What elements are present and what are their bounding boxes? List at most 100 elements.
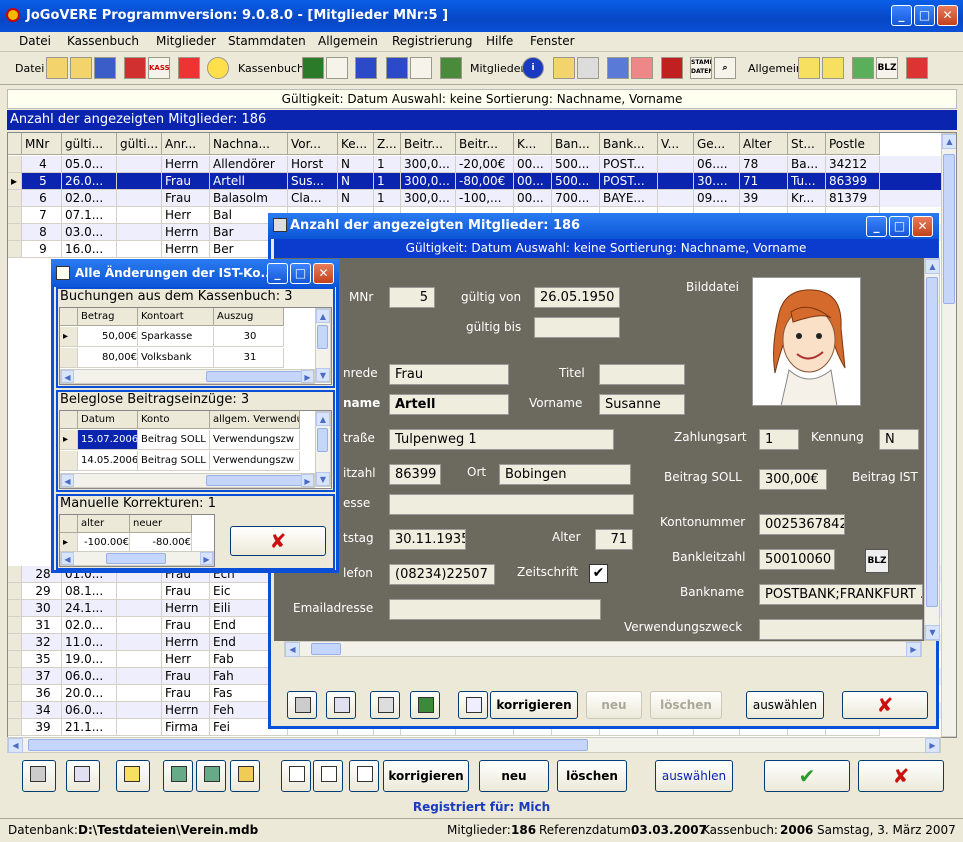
mini-table-cell[interactable]: 30 [214,327,284,347]
field-name[interactable]: Artell [389,394,509,415]
column-header[interactable]: Vor... [288,133,338,155]
table-cell[interactable]: 300,0... [401,190,456,207]
column-header[interactable]: MNr [22,133,62,155]
maximize-button[interactable]: □ [914,5,935,26]
field-anrede[interactable]: Frau [389,364,509,385]
table-cell[interactable]: 31 [22,617,62,634]
table-cell[interactable]: Tu... [788,173,826,190]
table-cell[interactable] [117,600,162,617]
main-calendar-button[interactable] [66,760,100,792]
mini-table-cell[interactable]: 80,00€ [78,348,138,368]
column-header[interactable]: Ke... [338,133,374,155]
detail-calendar-button[interactable] [326,691,356,719]
main-auswaehlen-button[interactable]: auswählen [655,760,733,792]
table-cell[interactable]: 06.0... [62,702,117,719]
table-icon[interactable] [852,57,874,79]
mini-hscroll-thumb[interactable] [206,475,302,486]
table-cell[interactable]: 300,0... [401,173,456,190]
field-email[interactable] [389,599,601,620]
table-cell[interactable]: 500... [552,173,600,190]
table-cell[interactable]: Herr [162,651,210,668]
scroll-right-icon[interactable]: ▶ [925,738,940,753]
table-cell[interactable]: 19.0... [62,651,117,668]
table-cell[interactable]: 30.... [694,173,740,190]
mini-horizontal-scrollbar[interactable]: ◀ ▶ [60,473,315,488]
column-header[interactable]: V... [658,133,694,155]
minimize-button[interactable]: _ [891,5,912,26]
changes-minimize-button[interactable]: _ [267,263,288,284]
table-cell[interactable] [658,173,694,190]
table-cell[interactable]: 29 [22,583,62,600]
table-cell[interactable] [117,617,162,634]
table-cell[interactable] [117,207,162,224]
menu-registrierung[interactable]: Registrierung [392,34,473,48]
member-photo[interactable] [752,277,861,406]
member-list-icon[interactable] [577,57,599,79]
column-header[interactable]: Z... [374,133,401,155]
edit-list-icon[interactable] [326,57,348,79]
table-cell[interactable]: 26.0... [62,173,117,190]
field-alter[interactable]: 71 [595,529,633,550]
scroll-right-icon[interactable]: ▶ [906,642,921,657]
changes-maximize-button[interactable]: □ [290,263,311,284]
field-ort[interactable]: Bobingen [499,464,631,485]
table-cell[interactable]: 00... [514,190,552,207]
scroll-right-icon[interactable]: ▶ [301,370,314,383]
table-cell[interactable]: 39 [22,719,62,736]
field-mnr[interactable]: 5 [389,287,435,308]
column-header[interactable]: St... [788,133,826,155]
scroll-left-icon[interactable]: ◀ [61,370,74,383]
detail-settings-button[interactable] [287,691,317,719]
field-telefon[interactable]: (08234)22507 [389,564,495,585]
field-titel[interactable] [599,364,685,385]
table-cell[interactable]: Herrn [162,634,210,651]
mini-table-cell[interactable]: 15.07.2006 [78,430,138,450]
changes-close-x-button[interactable]: ✘ [230,526,326,556]
field-gueltig-von[interactable]: 26.05.1950 [534,287,620,308]
member-card-icon[interactable] [553,57,575,79]
table-cell[interactable]: POST... [600,156,658,173]
mini-column-header[interactable]: alter [78,515,130,533]
column-header[interactable]: Ban... [552,133,600,155]
mini-table-cell[interactable]: 50,00€ [78,327,138,347]
table-cell[interactable]: 81379 [826,190,880,207]
main-cancel-button[interactable]: ✘ [858,760,944,792]
changes-titlebar[interactable]: Alle Änderungen der IST-Ko... _ □ ✕ [51,259,339,287]
main-filter3-button[interactable] [230,760,260,792]
table-cell[interactable]: 6 [22,190,62,207]
table-cell[interactable]: 1 [374,190,401,207]
car-icon[interactable] [124,57,146,79]
table-cell[interactable]: Artell [210,173,288,190]
table-cell[interactable]: 9 [22,241,62,258]
scroll-down-icon[interactable]: ▼ [316,472,330,486]
scroll-left-icon[interactable]: ◀ [61,552,74,565]
table-cell[interactable]: 20.0... [62,685,117,702]
mini-vertical-scrollbar[interactable]: ▲ ▼ [315,411,331,487]
column-header[interactable]: Postle [826,133,880,155]
scroll-up-icon[interactable]: ▲ [925,259,940,274]
detail-table-button[interactable] [370,691,400,719]
column-header[interactable]: Ge... [694,133,740,155]
table-cell[interactable]: 4 [22,156,62,173]
table-cell[interactable]: -100,... [456,190,514,207]
table-cell[interactable]: 35 [22,651,62,668]
mini-horizontal-scrollbar[interactable]: ◀ ▶ [60,369,315,384]
menu-stammdaten[interactable]: Stammdaten [228,34,306,48]
column-header[interactable]: Nachna... [210,133,288,155]
table-cell[interactable]: 07.1... [62,207,117,224]
mini-column-header[interactable]: Betrag [78,308,138,326]
field-vorname[interactable]: Susanne [599,394,685,415]
people-icon[interactable] [631,57,653,79]
mini-column-header[interactable]: Konto [138,411,210,429]
main-filter1-button[interactable] [163,760,193,792]
table-cell[interactable]: -80,00€ [456,173,514,190]
table-cell[interactable]: Herrn [162,156,210,173]
field-bankname[interactable]: POSTBANK;FRANKFURT ... [759,584,923,605]
detail-cashbook-button[interactable] [410,691,440,719]
menu-datei[interactable]: Datei [19,34,51,48]
detail-copy-button[interactable] [458,691,488,719]
table-cell[interactable] [117,719,162,736]
mini-table-cell[interactable]: 14.05.2006 [78,451,138,471]
mini-table-cell[interactable]: -80.00€ [130,533,192,553]
table-cell[interactable]: 05.0... [62,156,117,173]
